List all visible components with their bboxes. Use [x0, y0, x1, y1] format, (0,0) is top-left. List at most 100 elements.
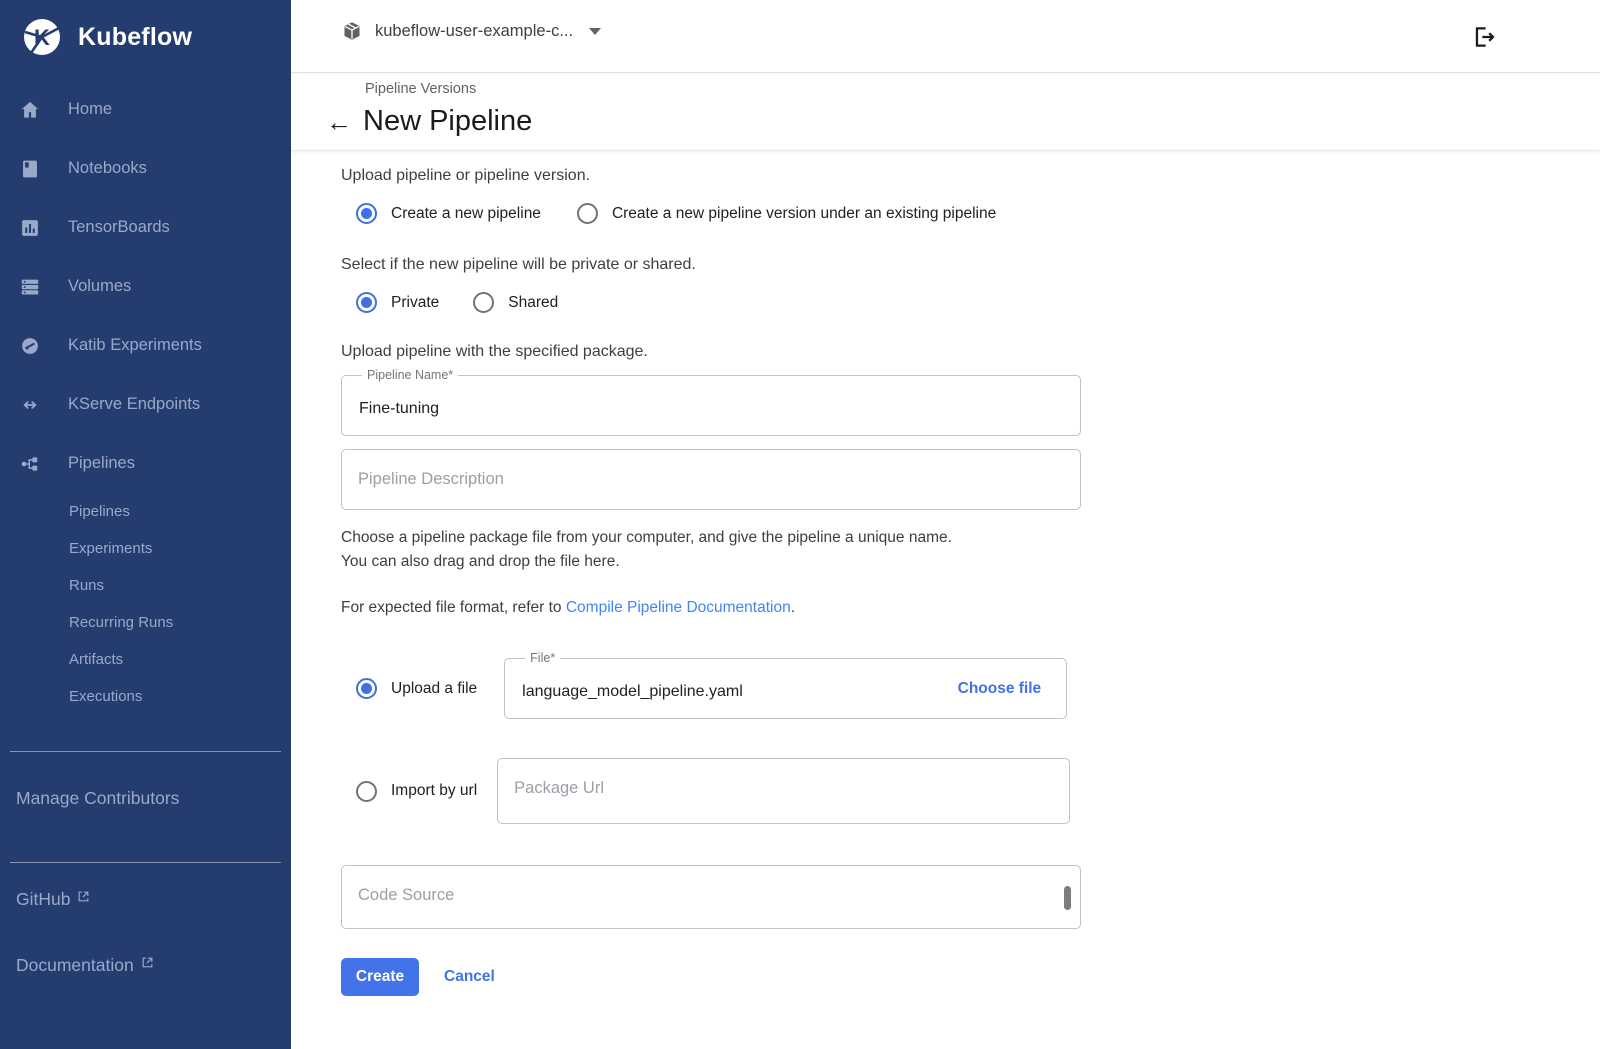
app-title: Kubeflow — [78, 23, 192, 52]
radio-unselected-icon[interactable] — [473, 292, 494, 313]
radio-label: Shared — [508, 294, 558, 312]
radio-create-pipeline-version[interactable]: Create a new pipeline version under an e… — [577, 203, 996, 224]
radio-label: Upload a file — [391, 680, 477, 698]
radio-label: Create a new pipeline — [391, 205, 541, 223]
radio-private[interactable]: Private — [356, 292, 439, 313]
sidebar-item-label: Pipelines — [68, 454, 135, 473]
sidebar-item-kserve-endpoints[interactable]: KServe Endpoints — [0, 375, 291, 434]
code-source-field — [341, 865, 1081, 929]
sidebar-item-manage-contributors[interactable]: Manage Contributors — [0, 778, 291, 818]
volumes-icon — [18, 275, 42, 299]
subnav-item-runs[interactable]: Runs — [0, 567, 291, 604]
svg-text:K: K — [34, 25, 50, 50]
subnav-item-artifacts[interactable]: Artifacts — [0, 641, 291, 678]
subnav-item-label: Artifacts — [69, 651, 123, 668]
sidebar-item-tensorboards[interactable]: TensorBoards — [0, 198, 291, 257]
logout-button[interactable] — [1471, 24, 1497, 53]
chevron-down-icon — [589, 28, 601, 35]
file-hint: Choose a pipeline package file from your… — [341, 526, 1191, 574]
back-button[interactable]: ← — [321, 109, 357, 135]
sidebar-item-label: Volumes — [68, 277, 131, 296]
subnav-item-pipelines[interactable]: Pipelines — [0, 493, 291, 530]
radio-selected-icon[interactable] — [356, 203, 377, 224]
radio-unselected-icon[interactable] — [356, 781, 377, 802]
namespace-cube-icon — [341, 20, 363, 42]
sidebar-item-label: Katib Experiments — [68, 336, 202, 355]
subnav-item-label: Experiments — [69, 540, 152, 557]
pipeline-name-label: Pipeline Name* — [362, 368, 458, 382]
radio-upload-a-file[interactable]: Upload a file — [356, 678, 477, 699]
radio-label: Create a new pipeline version under an e… — [612, 205, 996, 223]
radio-unselected-icon[interactable] — [577, 203, 598, 224]
pipelines-subnav: Pipelines Experiments Runs Recurring Run… — [0, 493, 291, 715]
upload-file-row: Upload a file File* Choose file — [341, 658, 1191, 719]
pipeline-name-input[interactable] — [342, 376, 969, 435]
subnav-item-label: Pipelines — [69, 503, 130, 520]
sidebar-item-home[interactable]: Home — [0, 80, 291, 139]
subnav-item-recurring-runs[interactable]: Recurring Runs — [0, 604, 291, 641]
subnav-item-experiments[interactable]: Experiments — [0, 530, 291, 567]
visibility-radio-group: Private Shared — [341, 292, 1191, 313]
home-icon — [18, 98, 42, 122]
sidebar-item-label: TensorBoards — [68, 218, 170, 237]
compile-pipeline-documentation-link[interactable]: Compile Pipeline Documentation — [566, 599, 791, 616]
sidebar-nav: Home Notebooks TensorBoards Volumes Kati… — [0, 72, 291, 715]
namespace-selector[interactable]: kubeflow-user-example-c... — [341, 20, 601, 42]
github-label: GitHub — [16, 889, 70, 910]
namespace-label: kubeflow-user-example-c... — [375, 22, 573, 41]
sidebar-item-katib-experiments[interactable]: Katib Experiments — [0, 316, 291, 375]
scrollbar-thumb[interactable] — [1064, 886, 1071, 910]
form-actions: Create Cancel — [341, 958, 1191, 996]
sidebar-item-documentation[interactable]: Documentation — [0, 955, 291, 995]
sidebar-item-notebooks[interactable]: Notebooks — [0, 139, 291, 198]
radio-shared[interactable]: Shared — [473, 292, 558, 313]
breadcrumb[interactable]: Pipeline Versions — [291, 73, 476, 97]
subnav-item-label: Runs — [69, 577, 104, 594]
sidebar-item-pipelines[interactable]: Pipelines — [0, 434, 291, 493]
sidebar-item-volumes[interactable]: Volumes — [0, 257, 291, 316]
kind-section-label: Upload pipeline or pipeline version. — [341, 167, 1191, 185]
sidebar: K Kubeflow Home Notebooks TensorBoards — [0, 0, 291, 1049]
sidebar-item-github[interactable]: GitHub — [0, 889, 291, 929]
manage-contributors-label: Manage Contributors — [16, 788, 179, 809]
radio-import-by-url[interactable]: Import by url — [356, 781, 477, 802]
visibility-section-label: Select if the new pipeline will be priva… — [341, 256, 1191, 274]
sidebar-divider — [10, 862, 281, 863]
sidebar-divider — [10, 751, 281, 752]
file-name-input[interactable] — [505, 659, 898, 718]
subnav-item-executions[interactable]: Executions — [0, 678, 291, 715]
pipeline-kind-radio-group: Create a new pipeline Create a new pipel… — [341, 203, 1191, 224]
pipeline-description-field — [341, 449, 1081, 510]
radio-selected-icon[interactable] — [356, 678, 377, 699]
main-area: kubeflow-user-example-c... Pipeline Vers… — [291, 0, 1600, 1049]
import-url-row: Import by url — [341, 758, 1191, 824]
cancel-button[interactable]: Cancel — [444, 968, 495, 986]
documentation-label: Documentation — [16, 955, 134, 976]
create-button[interactable]: Create — [341, 958, 419, 996]
file-hint-line1: Choose a pipeline package file from your… — [341, 529, 952, 546]
tensorboard-icon — [18, 216, 42, 240]
pipeline-name-field: Pipeline Name* — [341, 375, 1081, 436]
subnav-item-label: Recurring Runs — [69, 614, 173, 631]
subnav-item-label: Executions — [69, 688, 142, 705]
katib-icon — [18, 334, 42, 358]
code-source-input[interactable] — [342, 866, 1050, 928]
choose-file-button[interactable]: Choose file — [958, 680, 1042, 698]
sidebar-item-label: Notebooks — [68, 159, 147, 178]
sidebar-item-label: Home — [68, 100, 112, 119]
package-section-label: Upload pipeline with the specified packa… — [341, 343, 1191, 361]
sidebar-item-label: KServe Endpoints — [68, 395, 200, 414]
radio-create-new-pipeline[interactable]: Create a new pipeline — [356, 203, 541, 224]
file-field: File* Choose file — [504, 658, 1067, 719]
app-logo[interactable]: K Kubeflow — [0, 0, 291, 72]
package-url-field — [497, 758, 1070, 824]
radio-label: Private — [391, 294, 439, 312]
topbar: kubeflow-user-example-c... — [291, 0, 1600, 73]
external-link-icon — [141, 953, 154, 974]
new-pipeline-form: Upload pipeline or pipeline version. Cre… — [291, 151, 1191, 996]
package-url-input[interactable] — [498, 759, 1046, 823]
notebook-icon — [18, 157, 42, 181]
format-hint-suffix: . — [791, 599, 795, 616]
radio-selected-icon[interactable] — [356, 292, 377, 313]
pipeline-description-input[interactable] — [342, 450, 1050, 509]
